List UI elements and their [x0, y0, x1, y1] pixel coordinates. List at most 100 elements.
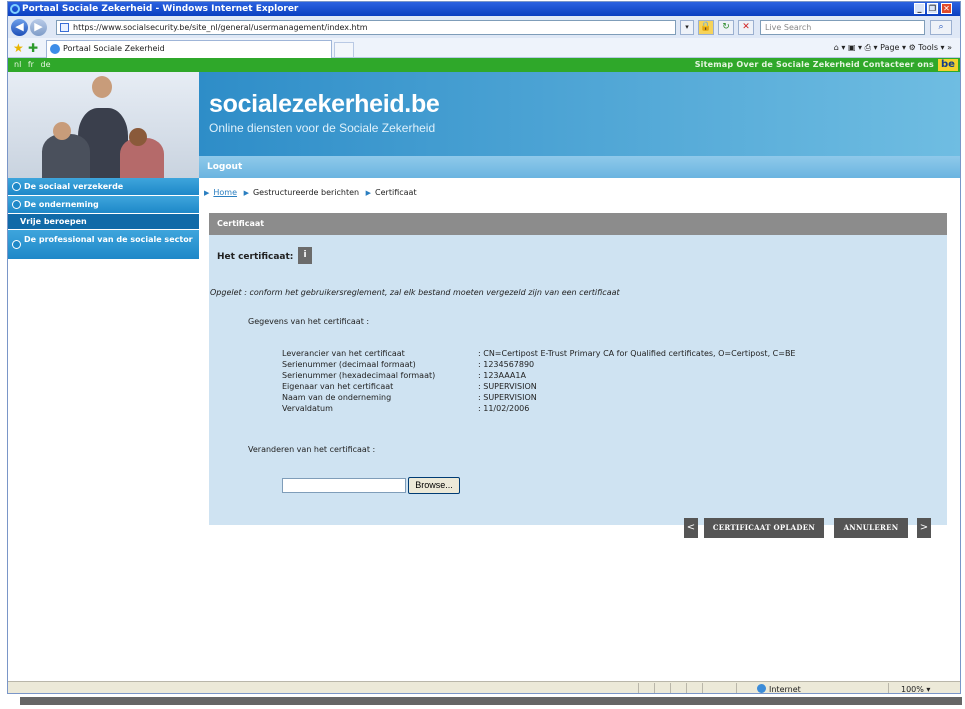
language-switcher: nl fr de: [14, 58, 55, 72]
sidebar-item-label: Vrije beroepen: [20, 217, 87, 226]
globe-icon: [757, 684, 766, 693]
sidebar-item-professional[interactable]: De professional van de sociale sector: [8, 230, 199, 260]
detail-row: Naam van de onderneming : SUPERVISION: [282, 392, 795, 403]
certificate-data-heading: Gegevens van het certificaat :: [248, 317, 370, 326]
browser-tab[interactable]: Portaal Sociale Zekerheid: [46, 40, 332, 58]
site-banner: socialezekerheid.be Online diensten voor…: [199, 72, 960, 156]
detail-value: : SUPERVISION: [478, 393, 537, 402]
zone-indicator[interactable]: Internet: [736, 683, 876, 694]
tab-row: ★ ✚ Portaal Sociale Zekerheid ⌂ ▾ ▣ ▾ ⎙ …: [8, 38, 960, 58]
tab-title: Portaal Sociale Zekerheid: [63, 44, 165, 53]
sidebar-item-label: De sociaal verzekerde: [24, 182, 124, 191]
notice-text: Opgelet : conform het gebruikersreglemen…: [210, 288, 620, 297]
person-head: [129, 128, 147, 146]
breadcrumb: ▶ Home ▶ Gestructureerde berichten ▶ Certif…: [204, 188, 417, 197]
detail-value: : 11/02/2006: [478, 404, 530, 413]
address-dropdown-icon[interactable]: ▾: [680, 20, 694, 35]
zone-text: Internet: [769, 685, 801, 694]
favorites-star-icon[interactable]: ★: [13, 41, 24, 55]
detail-row: Eigenaar van het certificaat : SUPERVISIO…: [282, 381, 795, 392]
panel-header: Certificaat: [209, 213, 947, 235]
language-bar: nl fr de Sitemap Over de Sociale Zekerhe…: [8, 58, 960, 72]
stop-button[interactable]: ✕: [738, 20, 754, 35]
site-tagline: Online diensten voor de Sociale Zekerhei…: [209, 121, 436, 135]
detail-row: Serienummer (decimaal formaat) : 12345678…: [282, 359, 795, 370]
lock-icon[interactable]: 🔒: [698, 20, 714, 35]
address-field[interactable]: https://www.socialsecurity.be/site_nl/ge…: [56, 20, 676, 35]
maximize-button[interactable]: ❐: [927, 3, 938, 14]
detail-key: Serienummer (decimaal formaat): [282, 360, 416, 369]
sidebar-item-onderneming[interactable]: De onderneming: [8, 196, 199, 214]
logout-link[interactable]: Logout: [207, 162, 242, 172]
breadcrumb-item: Gestructureerde berichten: [252, 188, 360, 197]
forward-button[interactable]: ▶: [30, 19, 47, 36]
sidebar-item-label: De professional van de sociale sector: [24, 235, 193, 244]
status-cell: [638, 683, 654, 693]
certificate-panel: Het certificaat: i Opgelet : conform het…: [209, 235, 947, 525]
file-input[interactable]: [282, 478, 406, 493]
site-brand[interactable]: socialezekerheid.be: [209, 90, 440, 119]
detail-row: Serienummer (hexadecimaal formaat): 123A…: [282, 370, 795, 381]
detail-value: : 123AAA1A: [478, 371, 526, 380]
add-favorites-icon[interactable]: ✚: [28, 41, 38, 55]
refresh-button[interactable]: ↻: [718, 20, 734, 35]
browser-window: Portaal Sociale Zekerheid - Windows Inte…: [7, 1, 961, 694]
status-cell: [702, 683, 718, 693]
breadcrumb-current: Certificaat: [375, 188, 417, 197]
detail-key: Leverancier van het certificaat: [282, 349, 405, 358]
tab-ie-icon: [50, 44, 60, 54]
breadcrumb-arrow-icon: ▶: [204, 189, 210, 197]
next-button[interactable]: >: [917, 518, 931, 538]
zoom-control[interactable]: 100% ▾: [888, 683, 954, 694]
detail-key: Vervaldatum: [282, 404, 333, 413]
logout-bar: Logout: [199, 156, 960, 178]
sidebar-item-label: De onderneming: [24, 200, 99, 209]
header-photo: [8, 72, 199, 178]
detail-key: Naam van de onderneming: [282, 393, 392, 402]
change-certificate-label: Veranderen van het certificaat :: [248, 445, 376, 454]
breadcrumb-home-link[interactable]: Home: [213, 188, 237, 197]
lang-nl[interactable]: nl: [14, 60, 21, 69]
ie-logo-icon: [10, 4, 20, 14]
status-cell: [686, 683, 702, 693]
command-bar[interactable]: ⌂ ▾ ▣ ▾ ⎙ ▾ Page ▾ ⚙ Tools ▾ »: [834, 41, 952, 55]
be-flag-icon[interactable]: be: [938, 59, 958, 71]
lang-fr[interactable]: fr: [28, 60, 34, 69]
lang-de[interactable]: de: [41, 60, 51, 69]
address-row: ◀ ▶ https://www.socialsecurity.be/site_n…: [8, 16, 960, 38]
back-button[interactable]: ◀: [11, 19, 28, 36]
main-content: ▶ Home ▶ Gestructureerde berichten ▶ Certif…: [199, 178, 960, 681]
detail-value: : 1234567890: [478, 360, 535, 369]
url-text: https://www.socialsecurity.be/site_nl/ge…: [73, 23, 368, 32]
close-button[interactable]: ✕: [941, 3, 952, 14]
person-left: [42, 134, 90, 178]
cancel-button[interactable]: ANNULEREN: [834, 518, 908, 538]
status-cell: [670, 683, 686, 693]
status-cell: [654, 683, 670, 693]
info-icon[interactable]: i: [298, 247, 312, 264]
detail-value: : SUPERVISION: [478, 382, 537, 391]
sidebar-item-vrije-beroepen[interactable]: Vrije beroepen: [8, 214, 199, 230]
new-tab-button[interactable]: [334, 42, 354, 58]
person-head: [92, 76, 112, 98]
person-head: [53, 122, 71, 140]
top-links[interactable]: Sitemap Over de Sociale Zekerheid Contac…: [695, 58, 934, 72]
upload-certificate-button[interactable]: CERTIFICAAT OPLADEN: [704, 518, 824, 538]
sidebar-item-sociaal-verzekerde[interactable]: De sociaal verzekerde: [8, 178, 199, 196]
detail-key: Eigenaar van het certificaat: [282, 382, 394, 391]
breadcrumb-arrow-icon: ▶: [365, 189, 372, 197]
search-button[interactable]: ⌕: [930, 20, 952, 35]
prev-button[interactable]: <: [684, 518, 698, 538]
detail-row: Vervaldatum : 11/02/2006: [282, 403, 795, 414]
browse-button[interactable]: Browse...: [408, 477, 460, 494]
certificate-details: Leverancier van het certificaat: CN=Cert…: [282, 348, 795, 414]
window-title: Portaal Sociale Zekerheid - Windows Inte…: [22, 4, 299, 14]
search-input[interactable]: Live Search: [760, 20, 925, 35]
status-bar: Internet 100% ▾: [8, 681, 960, 694]
title-bar: Portaal Sociale Zekerheid - Windows Inte…: [8, 2, 960, 16]
minimize-button[interactable]: _: [914, 3, 925, 14]
page-icon: [60, 23, 69, 32]
sidebar: De sociaal verzekerde De onderneming Vri…: [8, 178, 199, 681]
breadcrumb-arrow-icon: ▶: [243, 189, 249, 197]
zoom-text: 100%: [901, 685, 924, 694]
